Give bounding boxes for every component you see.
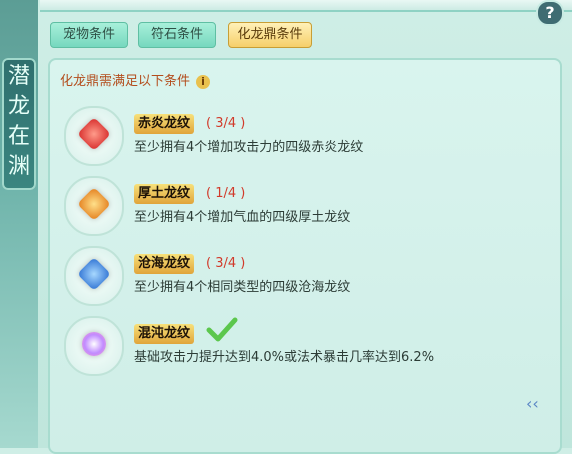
title-char: 在 [7, 124, 30, 149]
condition-progress: ( 3/4 ) [206, 256, 246, 271]
condition-desc: 至少拥有4个相同类型的四级沧海龙纹 [134, 280, 351, 295]
window-top-border [40, 0, 572, 12]
scroll-arrows-icon[interactable]: ‹‹ [526, 394, 539, 413]
tab-pet-conditions[interactable]: 宠物条件 [50, 22, 128, 48]
header-text: 化龙鼎需满足以下条件 [60, 74, 191, 89]
condition-name: 混沌龙纹 [134, 324, 195, 344]
gem-slot[interactable] [64, 246, 124, 306]
info-icon[interactable]: i [196, 74, 211, 89]
condition-name: 厚土龙纹 [134, 184, 195, 204]
condition-progress: ( 3/4 ) [206, 116, 246, 131]
panel-header: 化龙鼎需满足以下条件 i [60, 70, 211, 89]
gem-slot[interactable] [64, 106, 124, 166]
condition-name: 沧海龙纹 [134, 254, 195, 274]
condition-desc: 至少拥有4个增加攻击力的四级赤炎龙纹 [134, 140, 364, 155]
condition-progress: ( 1/4 ) [206, 186, 246, 201]
chaos-gem-icon [82, 332, 106, 356]
title-char: 潜 [7, 64, 30, 89]
gem-slot[interactable] [64, 316, 124, 376]
title-char: 渊 [7, 154, 30, 179]
vertical-title: 潜 龙 在 渊 [2, 58, 36, 190]
orange-gem-icon [77, 187, 111, 221]
red-gem-icon [77, 117, 111, 151]
blue-gem-icon [77, 257, 111, 291]
conditions-panel: 化龙鼎需满足以下条件 i 赤炎龙纹 ( 3/4 ) 至少拥有4个增加攻击力的四级赤… [48, 58, 562, 454]
condition-desc: 至少拥有4个增加气血的四级厚土龙纹 [134, 210, 351, 225]
tab-dragon-cauldron-conditions[interactable]: 化龙鼎条件 [228, 22, 312, 48]
check-icon [206, 317, 238, 342]
condition-name: 赤炎龙纹 [134, 114, 195, 134]
help-button[interactable]: ? [536, 0, 564, 26]
condition-desc: 基础攻击力提升达到4.0%或法术暴击几率达到6.2% [134, 350, 435, 365]
condition-item: 混沌龙纹 基础攻击力提升达到4.0%或法术暴击几率达到6.2% [64, 316, 544, 376]
condition-item: 沧海龙纹 ( 3/4 ) 至少拥有4个相同类型的四级沧海龙纹 [64, 246, 544, 306]
title-char: 龙 [7, 94, 30, 119]
condition-item: 赤炎龙纹 ( 3/4 ) 至少拥有4个增加攻击力的四级赤炎龙纹 [64, 106, 544, 166]
gem-slot[interactable] [64, 176, 124, 236]
tab-rune-conditions[interactable]: 符石条件 [138, 22, 216, 48]
condition-item: 厚土龙纹 ( 1/4 ) 至少拥有4个增加气血的四级厚土龙纹 [64, 176, 544, 236]
